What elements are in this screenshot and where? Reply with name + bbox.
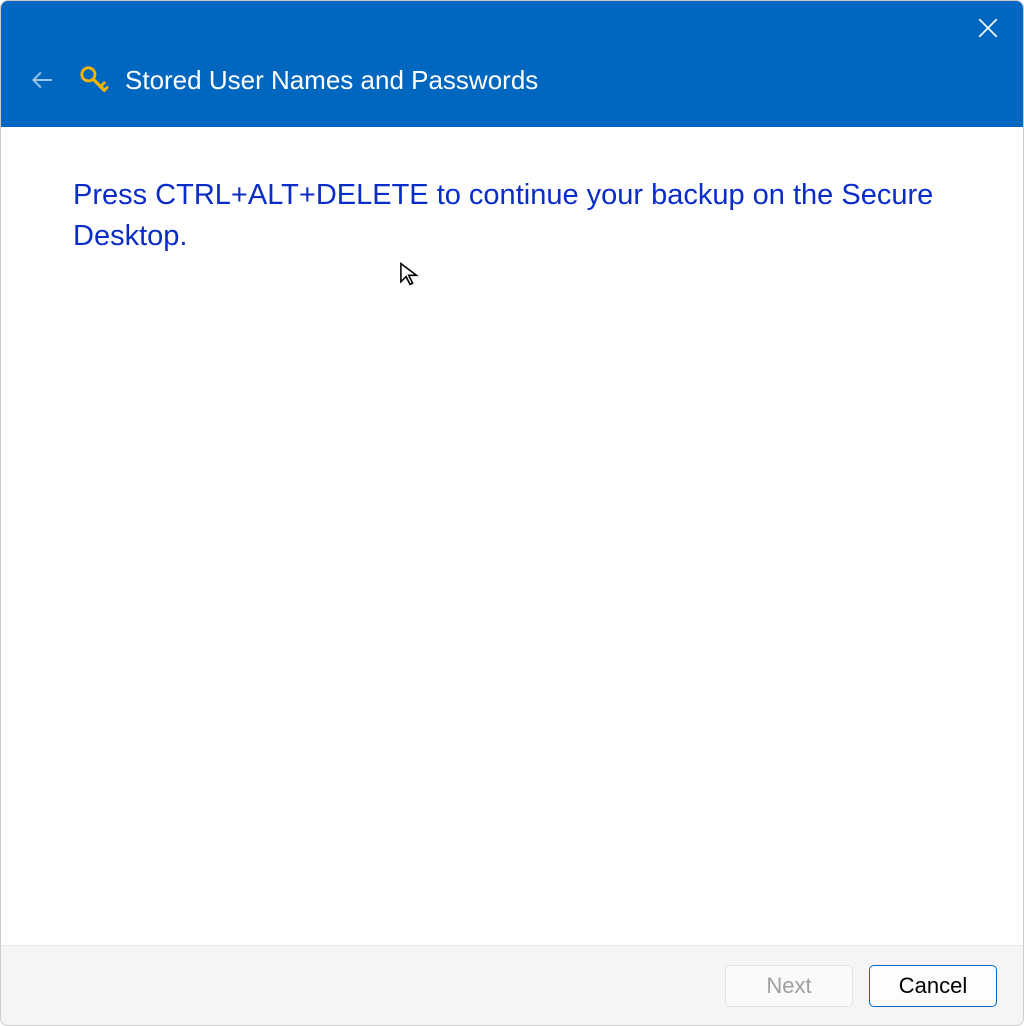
wizard-window: Stored User Names and Passwords Press CT… [0, 0, 1024, 1026]
mouse-cursor-icon [397, 261, 423, 287]
header-title-row: Stored User Names and Passwords [1, 55, 1023, 105]
header-bar: Stored User Names and Passwords [1, 1, 1023, 127]
close-icon[interactable] [975, 15, 1001, 41]
key-icon [79, 65, 109, 95]
content-area: Press CTRL+ALT+DELETE to continue your b… [1, 127, 1023, 945]
cancel-button[interactable]: Cancel [869, 965, 997, 1007]
instruction-text: Press CTRL+ALT+DELETE to continue your b… [73, 175, 951, 257]
title-bar-controls [1, 1, 1023, 55]
footer-bar: Next Cancel [1, 945, 1023, 1025]
wizard-title: Stored User Names and Passwords [125, 65, 538, 96]
back-arrow-icon[interactable] [27, 65, 57, 95]
next-button: Next [725, 965, 853, 1007]
